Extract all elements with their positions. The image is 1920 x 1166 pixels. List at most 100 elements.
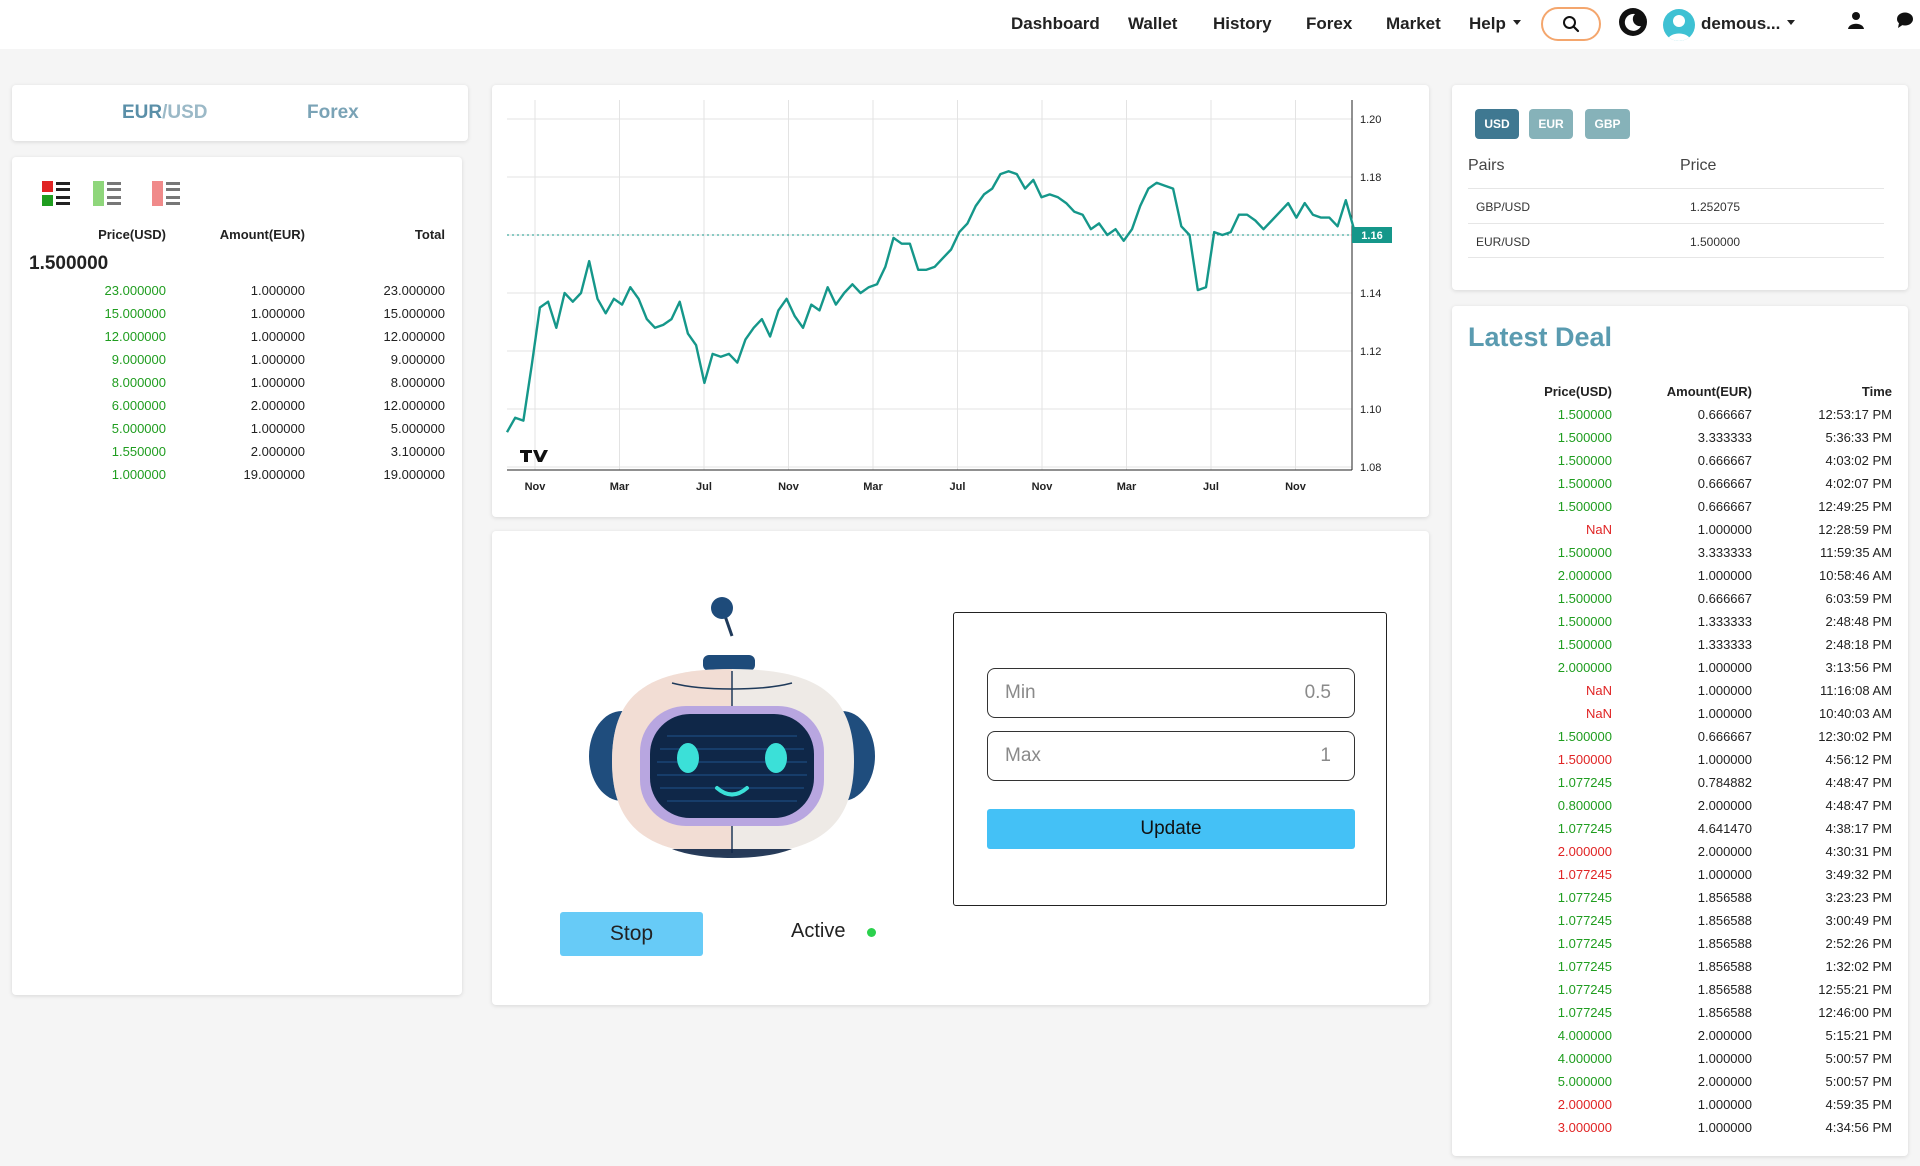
currency-gbp-button[interactable]: GBP (1585, 109, 1630, 139)
currency-usd-button[interactable]: USD (1475, 109, 1519, 139)
deal-row[interactable]: 1.500000 0.666667 12:49:25 PM (1452, 499, 1908, 522)
orderbook-row[interactable]: 6.000000 2.000000 12.000000 (12, 398, 462, 421)
deal-row[interactable]: 1.077245 1.000000 3:49:32 PM (1452, 867, 1908, 890)
chart-x-tick-label: Nov (1285, 481, 1307, 493)
deal-row[interactable]: 1.500000 1.333333 2:48:48 PM (1452, 614, 1908, 637)
deal-cell-time: 12:28:59 PM (1818, 522, 1892, 537)
deal-row[interactable]: 1.077245 0.784882 4:48:47 PM (1452, 775, 1908, 798)
deal-cell-time: 5:36:33 PM (1825, 430, 1893, 445)
price-chart[interactable]: 1.201.181.161.141.121.101.08 NovMarJulNo… (492, 85, 1429, 517)
deal-row[interactable]: 1.500000 0.666667 12:53:17 PM (1452, 407, 1908, 430)
deal-row[interactable]: 0.800000 2.000000 4:48:47 PM (1452, 798, 1908, 821)
deal-row[interactable]: 1.500000 1.000000 4:56:12 PM (1452, 752, 1908, 775)
deal-row[interactable]: 2.000000 1.000000 10:58:46 AM (1452, 568, 1908, 591)
deal-cell-price: 1.500000 (1557, 614, 1612, 629)
user-menu-dropdown[interactable]: demous... (1701, 14, 1796, 34)
deal-cell-price: NaN (1585, 522, 1612, 537)
price-row[interactable]: EUR/USD 1.500000 (1468, 223, 1884, 258)
deal-cell-time: 4:48:47 PM (1825, 775, 1893, 790)
orderbook-row[interactable]: 9.000000 1.000000 9.000000 (12, 352, 462, 375)
orderbook-row[interactable]: 1.000000 19.000000 19.000000 (12, 467, 462, 490)
deal-row[interactable]: 1.077245 1.856588 3:23:23 PM (1452, 890, 1908, 913)
deal-row[interactable]: 2.000000 2.000000 4:30:31 PM (1452, 844, 1908, 867)
nav-history[interactable]: History (1213, 14, 1272, 34)
deal-row[interactable]: 1.500000 3.333333 5:36:33 PM (1452, 430, 1908, 453)
price-row[interactable]: GBP/USD 1.252075 (1468, 188, 1884, 223)
deal-row[interactable]: 1.500000 0.666667 4:02:07 PM (1452, 476, 1908, 499)
profile-icon[interactable] (1846, 10, 1866, 30)
deal-cell-amount: 3.333333 (1697, 430, 1752, 445)
orderbook-cell-price: 5.000000 (111, 421, 166, 436)
tab-forex[interactable]: Forex (307, 102, 359, 124)
tab-eur-usd[interactable]: EUR/USD (122, 102, 208, 124)
deal-cell-amount: 1.000000 (1697, 1097, 1752, 1112)
avatar[interactable] (1663, 9, 1695, 41)
orderbook-cell-total: 3.100000 (390, 444, 445, 459)
deal-row[interactable]: 4.000000 1.000000 5:00:57 PM (1452, 1051, 1908, 1074)
deal-row[interactable]: 2.000000 1.000000 4:59:35 PM (1452, 1097, 1908, 1120)
deal-cell-time: 4:30:31 PM (1825, 844, 1893, 859)
currency-eur-button[interactable]: EUR (1529, 109, 1573, 139)
nav-forex[interactable]: Forex (1306, 14, 1352, 34)
orderbook-cell-total: 5.000000 (390, 421, 445, 436)
stop-bot-button[interactable]: Stop (560, 912, 703, 956)
latest-deal-title: Latest Deal (1468, 322, 1613, 352)
deal-row[interactable]: 3.000000 1.000000 4:34:56 PM (1452, 1120, 1908, 1143)
orderbook-cell-price: 9.000000 (111, 352, 166, 367)
deal-row[interactable]: 1.500000 3.333333 11:59:35 AM (1452, 545, 1908, 568)
deal-cell-amount: 2.000000 (1697, 1028, 1752, 1043)
deal-row[interactable]: NaN 1.000000 11:16:08 AM (1452, 683, 1908, 706)
deal-row[interactable]: 1.500000 1.333333 2:48:18 PM (1452, 637, 1908, 660)
deal-cell-price: 1.500000 (1557, 752, 1612, 767)
deal-cell-time: 2:52:26 PM (1825, 936, 1893, 951)
orderbook-cell-total: 8.000000 (390, 375, 445, 390)
deal-cell-price: 4.000000 (1557, 1051, 1612, 1066)
deal-cell-time: 3:49:32 PM (1825, 867, 1893, 882)
orderbook-row[interactable]: 15.000000 1.000000 15.000000 (12, 306, 462, 329)
orderbook-buy-view-icon[interactable] (93, 179, 123, 209)
chat-icon[interactable] (1895, 10, 1915, 30)
deal-cell-price: 1.500000 (1557, 729, 1612, 744)
deal-row[interactable]: 1.077245 1.856588 1:32:02 PM (1452, 959, 1908, 982)
deal-cell-amount: 0.666667 (1697, 453, 1752, 468)
nav-help-dropdown[interactable]: Help (1469, 14, 1521, 34)
deal-row[interactable]: 2.000000 1.000000 3:13:56 PM (1452, 660, 1908, 683)
deal-row[interactable]: 1.500000 0.666667 12:30:02 PM (1452, 729, 1908, 752)
chart-series-line (505, 170, 1356, 433)
deal-row[interactable]: 5.000000 2.000000 5:00:57 PM (1452, 1074, 1908, 1097)
orderbook-row[interactable]: 23.000000 1.000000 23.000000 (12, 283, 462, 306)
deal-row[interactable]: 1.500000 0.666667 6:03:59 PM (1452, 591, 1908, 614)
orderbook-cell-total: 12.000000 (383, 329, 445, 344)
orderbook-row[interactable]: 5.000000 1.000000 5.000000 (12, 421, 462, 444)
orderbook-row[interactable]: 8.000000 1.000000 8.000000 (12, 375, 462, 398)
search-button[interactable] (1541, 7, 1601, 41)
deal-row[interactable]: 4.000000 2.000000 5:15:21 PM (1452, 1028, 1908, 1051)
deal-row[interactable]: 1.077245 1.856588 2:52:26 PM (1452, 936, 1908, 959)
orderbook-sell-view-icon[interactable] (152, 179, 182, 209)
nav-dashboard[interactable]: Dashboard (1011, 14, 1100, 34)
deal-row[interactable]: 1.077245 4.641470 4:38:17 PM (1452, 821, 1908, 844)
max-input[interactable]: Max 1 (987, 731, 1355, 781)
dark-mode-toggle-icon[interactable] (1618, 7, 1648, 37)
deal-row[interactable]: 1.077245 1.856588 12:55:21 PM (1452, 982, 1908, 1005)
deal-cell-time: 5:00:57 PM (1825, 1074, 1893, 1089)
orderbook-both-view-icon[interactable] (42, 179, 72, 209)
deal-cell-amount: 1.856588 (1697, 890, 1752, 905)
deal-row[interactable]: 1.077245 1.856588 12:46:00 PM (1452, 1005, 1908, 1028)
deal-cell-time: 4:03:02 PM (1825, 453, 1893, 468)
deal-cell-price: 1.077245 (1557, 890, 1612, 905)
orderbook-row[interactable]: 1.550000 2.000000 3.100000 (12, 444, 462, 467)
deal-cell-time: 5:15:21 PM (1825, 1028, 1893, 1043)
deal-cell-amount: 0.666667 (1697, 729, 1752, 744)
deal-cell-amount: 0.666667 (1697, 591, 1752, 606)
nav-market[interactable]: Market (1386, 14, 1441, 34)
deal-row[interactable]: 1.500000 0.666667 4:03:02 PM (1452, 453, 1908, 476)
deal-row[interactable]: 1.077245 1.856588 3:00:49 PM (1452, 913, 1908, 936)
chart-x-tick-label: Nov (525, 481, 547, 493)
orderbook-row[interactable]: 12.000000 1.000000 12.000000 (12, 329, 462, 352)
update-button[interactable]: Update (987, 809, 1355, 849)
min-input[interactable]: Min 0.5 (987, 668, 1355, 718)
deal-row[interactable]: NaN 1.000000 12:28:59 PM (1452, 522, 1908, 545)
nav-wallet[interactable]: Wallet (1128, 14, 1177, 34)
deal-row[interactable]: NaN 1.000000 10:40:03 AM (1452, 706, 1908, 729)
